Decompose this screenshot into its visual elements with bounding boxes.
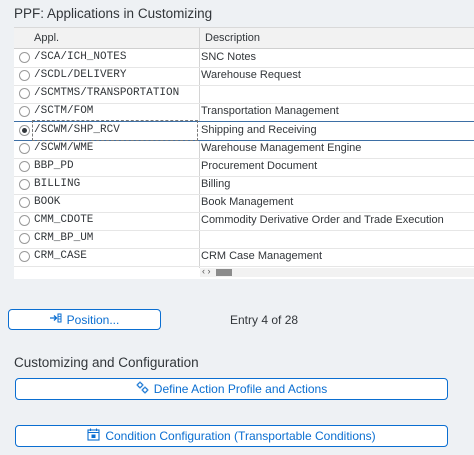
table-row[interactable]: /SCTM/FOM Transportation Management <box>14 103 474 122</box>
row-radio-button[interactable] <box>19 52 30 63</box>
appl-cell: /SCA/ICH_NOTES <box>34 51 127 63</box>
table-row-selected[interactable]: /SCWM/SHP_RCV Shipping and Receiving <box>14 120 474 141</box>
customizing-section-title: Customizing and Configuration <box>14 355 199 370</box>
column-header-appl[interactable]: Appl. <box>34 32 59 44</box>
row-radio-button[interactable] <box>19 233 30 244</box>
description-cell: SNC Notes <box>201 51 257 63</box>
description-cell: Procurement Document <box>201 160 318 172</box>
description-cell: Shipping and Receiving <box>201 124 317 136</box>
table-row[interactable]: BOOK Book Management <box>14 194 474 213</box>
ppf-section-title: PPF: Applications in Customizing <box>14 6 213 21</box>
entry-counter: Entry 4 of 28 <box>230 313 299 327</box>
description-cell: Warehouse Management Engine <box>201 142 362 154</box>
row-radio-button[interactable] <box>19 88 30 99</box>
row-radio-button[interactable] <box>19 215 30 226</box>
description-cell: Book Management <box>201 196 294 208</box>
appl-cell: BBP_PD <box>34 160 74 172</box>
define-action-profile-button[interactable]: Define Action Profile and Actions <box>15 378 448 400</box>
ppf-customizing-screen: PPF: Applications in Customizing Appl. D… <box>0 0 474 455</box>
description-cell: CRM Case Management <box>201 250 323 262</box>
action-profile-icon <box>136 381 149 397</box>
horizontal-scrollbar[interactable]: ‹ › <box>200 266 474 277</box>
scroll-arrows-icon[interactable]: ‹ › <box>202 266 211 276</box>
table-row[interactable]: /SCDL/DELIVERY Warehouse Request <box>14 67 474 86</box>
condition-config-icon <box>87 428 100 444</box>
applications-table: Appl. Description /SCA/ICH_NOTES SNC Not… <box>14 27 474 279</box>
appl-cell: BOOK <box>34 196 61 208</box>
define-action-profile-label: Define Action Profile and Actions <box>153 382 328 396</box>
column-header-description[interactable]: Description <box>205 32 260 44</box>
condition-configuration-label: Condition Configuration (Transportable C… <box>105 429 376 443</box>
row-radio-button-selected[interactable] <box>19 125 30 136</box>
row-radio-button[interactable] <box>19 143 30 154</box>
appl-cell: /SCTM/FOM <box>34 105 94 117</box>
appl-cell: BILLING <box>34 178 81 190</box>
appl-cell: CRM_BP_UM <box>34 232 94 244</box>
appl-cell: /SCDL/DELIVERY <box>34 69 127 81</box>
table-row[interactable]: CRM_CASE CRM Case Management <box>14 248 474 267</box>
row-radio-button[interactable] <box>19 161 30 172</box>
appl-cell: /SCWM/SHP_RCV <box>34 124 120 136</box>
appl-cell: CRM_CASE <box>34 250 87 262</box>
row-radio-button[interactable] <box>19 106 30 117</box>
condition-configuration-button[interactable]: Condition Configuration (Transportable C… <box>15 425 448 447</box>
description-cell: Billing <box>201 178 231 190</box>
table-row[interactable]: /SCA/ICH_NOTES SNC Notes <box>14 49 474 68</box>
description-cell: Transportation Management <box>201 105 339 117</box>
row-radio-button[interactable] <box>19 70 30 81</box>
appl-cell: CMM_CDOTE <box>34 214 94 226</box>
table-row[interactable]: CMM_CDOTE Commodity Derivative Order and… <box>14 212 474 231</box>
appl-cell: /SCMTMS/TRANSPORTATION <box>34 87 180 99</box>
scrollbar-thumb[interactable] <box>216 269 232 276</box>
description-cell: Warehouse Request <box>201 69 301 81</box>
table-row[interactable]: BILLING Billing <box>14 176 474 195</box>
table-row[interactable]: /SCMTMS/TRANSPORTATION <box>14 85 474 104</box>
position-button-label: Position... <box>66 312 120 327</box>
table-row[interactable]: /SCWM/WME Warehouse Management Engine <box>14 140 474 159</box>
row-radio-button[interactable] <box>19 251 30 262</box>
description-cell: Commodity Derivative Order and Trade Exe… <box>201 214 444 226</box>
row-radio-button[interactable] <box>19 179 30 190</box>
table-row[interactable]: CRM_BP_UM <box>14 230 474 249</box>
table-header: Appl. Description <box>14 28 474 49</box>
table-row[interactable]: BBP_PD Procurement Document <box>14 158 474 177</box>
position-button[interactable]: Position... <box>8 309 161 330</box>
appl-cell: /SCWM/WME <box>34 142 94 154</box>
position-arrow-icon <box>49 313 62 326</box>
row-radio-button[interactable] <box>19 197 30 208</box>
